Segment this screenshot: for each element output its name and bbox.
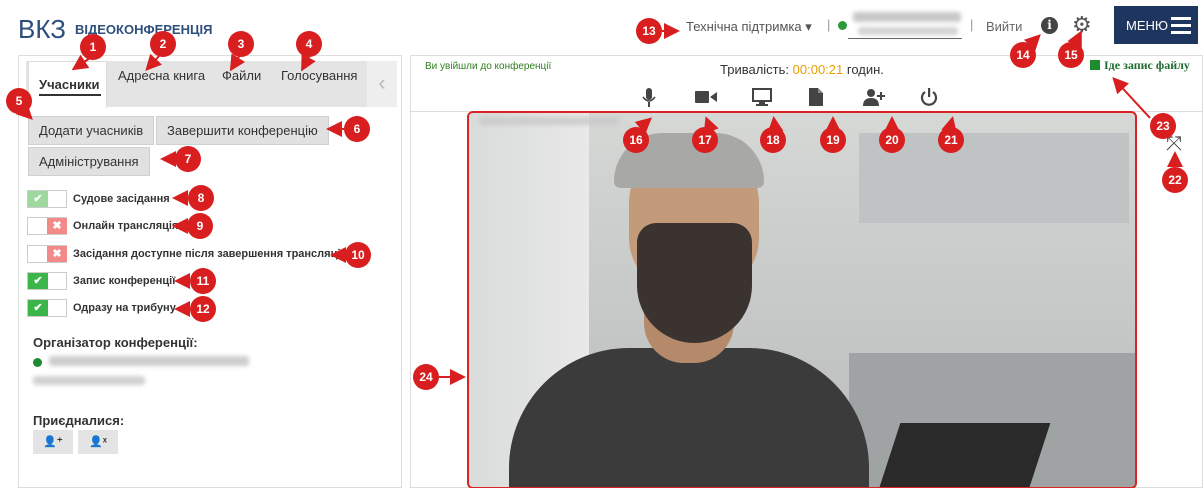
- callout-badge: 14: [1010, 42, 1036, 68]
- callout-badge: 12: [190, 296, 216, 322]
- callout-badge: 8: [188, 185, 214, 211]
- callout-badge: 9: [187, 213, 213, 239]
- callout-badge: 19: [820, 127, 846, 153]
- callout-badge: 23: [1150, 113, 1176, 139]
- callout-badge: 18: [760, 127, 786, 153]
- callout-badge: 21: [938, 127, 964, 153]
- callout-badge: 7: [175, 146, 201, 172]
- callout-badge: 22: [1162, 167, 1188, 193]
- callout-badge: 3: [228, 31, 254, 57]
- callout-badge: 4: [296, 31, 322, 57]
- callout-badge: 1: [80, 34, 106, 60]
- callout-badge: 17: [692, 127, 718, 153]
- callout-badge: 16: [623, 127, 649, 153]
- callout-badge: 13: [636, 18, 662, 44]
- callout-badge: 20: [879, 127, 905, 153]
- callout-badge: 6: [344, 116, 370, 142]
- callout-badge: 15: [1058, 42, 1084, 68]
- callout-arrows: [15, 23, 1183, 385]
- callout-badge: 24: [413, 364, 439, 390]
- callout-badge: 5: [6, 88, 32, 114]
- callout-badge: 2: [150, 31, 176, 57]
- callout-badge: 11: [190, 268, 216, 294]
- callout-badge: 10: [345, 242, 371, 268]
